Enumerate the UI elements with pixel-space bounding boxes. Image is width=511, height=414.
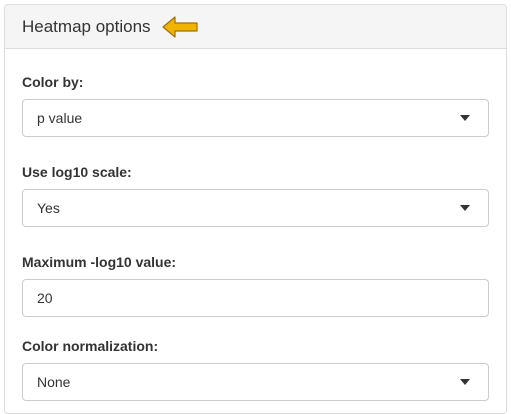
log10-scale-value: Yes <box>37 200 60 216</box>
color-by-select[interactable]: p value <box>22 99 489 137</box>
caret-down-icon <box>460 379 470 385</box>
color-normalization-value: None <box>37 374 71 390</box>
panel-title: Heatmap options <box>22 16 151 36</box>
color-normalization-select[interactable]: None <box>22 363 489 401</box>
color-normalization-label: Color normalization: <box>22 338 159 354</box>
log10-scale-label: Use log10 scale: <box>22 164 132 180</box>
color-by-label: Color by: <box>22 74 84 90</box>
max-log10-input[interactable] <box>22 279 489 317</box>
caret-down-icon <box>460 205 470 211</box>
heatmap-options-panel: Heatmap options Color by: p value Use lo… <box>4 4 507 414</box>
caret-down-icon <box>460 115 470 121</box>
panel-header: Heatmap options <box>5 5 506 49</box>
max-log10-label: Maximum -log10 value: <box>22 254 177 270</box>
left-arrow-icon <box>161 15 199 39</box>
color-by-value: p value <box>37 110 83 126</box>
log10-scale-select[interactable]: Yes <box>22 189 489 227</box>
